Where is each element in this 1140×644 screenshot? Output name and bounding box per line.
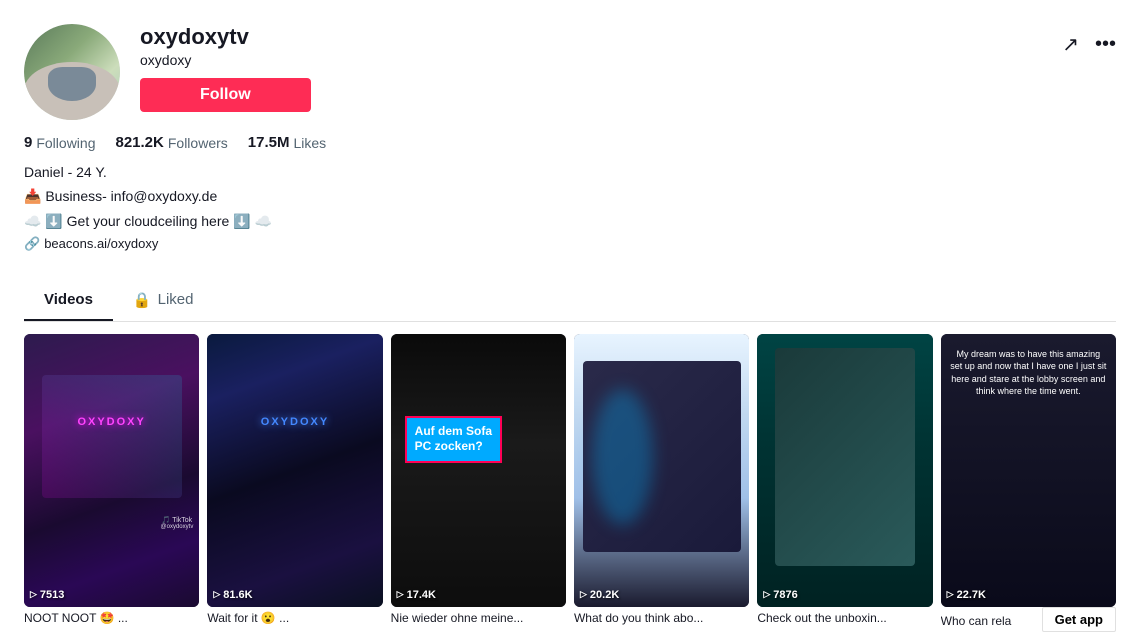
play-icon-1: ▷ [30, 589, 37, 600]
play-count-1: ▷ 7513 [30, 589, 64, 601]
bio-line-3: ☁️ ⬇️ Get your cloudceiling here ⬇️ ☁️ [24, 210, 1116, 232]
video-6-overlay: My dream was to have this amazing set up… [949, 348, 1107, 398]
play-icon-6: ▷ [947, 589, 954, 600]
play-count-6: ▷ 22.7K [947, 589, 986, 601]
bio-line-2: 📥 Business- info@oxydoxy.de [24, 185, 1116, 207]
video-card-6[interactable]: My dream was to have this amazing set up… [941, 334, 1116, 607]
video-caption-5: Check out the unboxin... [757, 607, 932, 625]
follow-button[interactable]: Follow [140, 78, 311, 112]
video-caption-2: Wait for it 😮 ... [207, 607, 382, 625]
followers-stat: 821.2K Followers [115, 134, 227, 151]
more-options-icon[interactable]: ••• [1095, 33, 1116, 56]
video-caption-1: NOOT NOOT 🤩 ... [24, 607, 199, 625]
followers-count: 821.2K [115, 134, 163, 151]
video-3-overlay: Auf dem SofaPC zocken? [405, 416, 502, 463]
share-icon[interactable]: ↗ [1062, 32, 1079, 57]
videos-grid: 🎵 TikTok @oxydoxytv ▷ 7513 NOOT NOOT 🤩 .… [0, 322, 1140, 644]
list-item: Auf dem SofaPC zocken? ▷ 17.4K Nie wiede… [391, 334, 566, 632]
tabs: Videos 🔒 Liked [24, 281, 1116, 322]
followers-label: Followers [168, 135, 228, 151]
avatar [24, 24, 120, 120]
tab-liked[interactable]: 🔒 Liked [113, 281, 214, 321]
tab-videos[interactable]: Videos [24, 281, 113, 321]
play-count-3: ▷ 17.4K [397, 589, 436, 601]
video-card-5[interactable]: ▷ 7876 [757, 334, 932, 607]
list-item: 🎵 TikTok @oxydoxytv ▷ 7513 NOOT NOOT 🤩 .… [24, 334, 199, 632]
bio-link[interactable]: 🔗 beacons.ai/oxydoxy [24, 234, 1116, 255]
video-card-3[interactable]: Auf dem SofaPC zocken? ▷ 17.4K [391, 334, 566, 607]
list-item: My dream was to have this amazing set up… [941, 334, 1116, 632]
profile-handle: oxydoxy [140, 52, 311, 68]
watermark-1: 🎵 TikTok @oxydoxytv [161, 516, 194, 530]
following-label: Following [36, 135, 95, 151]
video-card-1[interactable]: 🎵 TikTok @oxydoxytv ▷ 7513 [24, 334, 199, 607]
video-caption-4: What do you think abo... [574, 607, 749, 625]
play-count-4: ▷ 20.2K [580, 589, 619, 601]
likes-stat: 17.5M Likes [248, 134, 326, 151]
play-icon-2: ▷ [213, 589, 220, 600]
get-app-button[interactable]: Get app [1042, 607, 1116, 632]
video-caption-6: Who can rela [941, 610, 1038, 628]
play-icon-4: ▷ [580, 589, 587, 600]
play-icon-5: ▷ [763, 589, 770, 600]
play-count-2: ▷ 81.6K [213, 589, 252, 601]
video-card-2[interactable]: ▷ 81.6K [207, 334, 382, 607]
profile-username: oxydoxytv [140, 24, 311, 50]
bio-link-text: beacons.ai/oxydoxy [44, 234, 158, 255]
list-item: ▷ 20.2K What do you think abo... [574, 334, 749, 632]
link-icon: 🔗 [24, 234, 40, 255]
following-stat: 9 Following [24, 134, 95, 151]
following-count: 9 [24, 134, 32, 151]
video-caption-3: Nie wieder ohne meine... [391, 607, 566, 625]
bio-line-1: Daniel - 24 Y. [24, 161, 1116, 183]
likes-label: Likes [293, 135, 326, 151]
bio: Daniel - 24 Y. 📥 Business- info@oxydoxy.… [24, 161, 1116, 255]
lock-icon: 🔒 [133, 291, 152, 309]
video-card-4[interactable]: ▷ 20.2K [574, 334, 749, 607]
list-item: ▷ 81.6K Wait for it 😮 ... [207, 334, 382, 632]
list-item: ▷ 7876 Check out the unboxin... [757, 334, 932, 632]
play-count-5: ▷ 7876 [763, 589, 797, 601]
likes-count: 17.5M [248, 134, 290, 151]
play-icon-3: ▷ [397, 589, 404, 600]
